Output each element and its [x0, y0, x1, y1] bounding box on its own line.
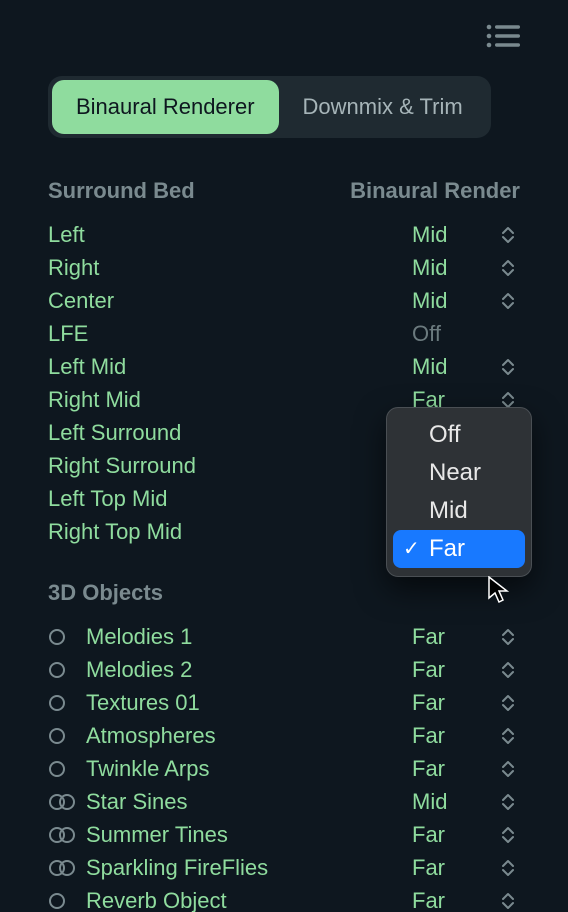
- tab-downmix-trim[interactable]: Downmix & Trim: [279, 80, 487, 134]
- bed-row: LFEOff: [48, 317, 520, 350]
- binaural-value[interactable]: Far: [412, 657, 496, 683]
- binaural-value[interactable]: Mid: [412, 789, 496, 815]
- object-name: Atmospheres: [86, 723, 412, 749]
- mono-icon: [48, 694, 86, 712]
- mono-icon: [48, 628, 86, 646]
- object-row: Textures 01Far: [48, 686, 520, 719]
- binaural-value[interactable]: Far: [412, 723, 496, 749]
- dropdown-option[interactable]: Mid: [393, 492, 525, 530]
- object-row: Twinkle ArpsFar: [48, 752, 520, 785]
- stepper-icon[interactable]: [496, 760, 520, 778]
- binaural-value[interactable]: Mid: [412, 222, 496, 248]
- bed-row: LeftMid: [48, 218, 520, 251]
- binaural-value-dropdown[interactable]: OffNearMidFar: [386, 407, 532, 577]
- dropdown-option[interactable]: Far: [393, 530, 525, 568]
- stepper-icon[interactable]: [496, 793, 520, 811]
- mono-icon: [48, 661, 86, 679]
- stepper-icon[interactable]: [496, 259, 520, 277]
- object-row: Sparkling FireFliesFar: [48, 851, 520, 884]
- stepper-icon[interactable]: [496, 694, 520, 712]
- tab-bar: Binaural Renderer Downmix & Trim: [48, 76, 491, 138]
- bed-row: RightMid: [48, 251, 520, 284]
- object-name: Twinkle Arps: [86, 756, 412, 782]
- bed-channel-name: Right Mid: [48, 387, 412, 413]
- binaural-value[interactable]: Far: [412, 888, 496, 912]
- bed-channel-name: Left Surround: [48, 420, 412, 446]
- stepper-icon[interactable]: [496, 727, 520, 745]
- dropdown-option[interactable]: Off: [393, 416, 525, 454]
- binaural-value[interactable]: Far: [412, 855, 496, 881]
- stepper-icon[interactable]: [496, 859, 520, 877]
- col-header-binaural-render: Binaural Render: [350, 178, 520, 204]
- stepper-icon[interactable]: [496, 391, 520, 409]
- binaural-value[interactable]: Far: [412, 624, 496, 650]
- bed-channel-name: Center: [48, 288, 412, 314]
- object-name: Textures 01: [86, 690, 412, 716]
- list-icon[interactable]: [486, 24, 520, 48]
- object-row: Summer TinesFar: [48, 818, 520, 851]
- object-row: AtmospheresFar: [48, 719, 520, 752]
- mono-icon: [48, 727, 86, 745]
- object-row: Melodies 2Far: [48, 653, 520, 686]
- binaural-value[interactable]: Far: [412, 756, 496, 782]
- bed-channel-name: Right Top Mid: [48, 519, 412, 545]
- bed-channel-name: LFE: [48, 321, 412, 347]
- tab-binaural-renderer[interactable]: Binaural Renderer: [52, 80, 279, 134]
- bed-channel-name: Right Surround: [48, 453, 412, 479]
- stepper-icon[interactable]: [496, 628, 520, 646]
- mono-icon: [48, 892, 86, 910]
- binaural-value[interactable]: Mid: [412, 255, 496, 281]
- object-row: Star SinesMid: [48, 785, 520, 818]
- object-name: Melodies 2: [86, 657, 412, 683]
- col-header-surround-bed: Surround Bed: [48, 178, 195, 204]
- binaural-value[interactable]: Mid: [412, 354, 496, 380]
- binaural-value[interactable]: Far: [412, 690, 496, 716]
- stereo-icon: [48, 859, 86, 877]
- stereo-icon: [48, 826, 86, 844]
- bed-channel-name: Right: [48, 255, 412, 281]
- bed-channel-name: Left Top Mid: [48, 486, 412, 512]
- stereo-icon: [48, 793, 86, 811]
- bed-channel-name: Left: [48, 222, 412, 248]
- object-row: Melodies 1Far: [48, 620, 520, 653]
- stepper-icon[interactable]: [496, 358, 520, 376]
- object-name: Sparkling FireFlies: [86, 855, 412, 881]
- bed-row: CenterMid: [48, 284, 520, 317]
- bed-channel-name: Left Mid: [48, 354, 412, 380]
- binaural-value[interactable]: Far: [412, 822, 496, 848]
- stepper-icon[interactable]: [496, 661, 520, 679]
- object-name: Melodies 1: [86, 624, 412, 650]
- object-row: Reverb ObjectFar: [48, 884, 520, 912]
- bed-row: Left MidMid: [48, 350, 520, 383]
- stepper-icon[interactable]: [496, 226, 520, 244]
- dropdown-option[interactable]: Near: [393, 454, 525, 492]
- object-name: Reverb Object: [86, 888, 412, 912]
- binaural-value: Off: [412, 321, 496, 347]
- object-name: Star Sines: [86, 789, 412, 815]
- mono-icon: [48, 760, 86, 778]
- section-header-3d-objects: 3D Objects: [48, 580, 520, 606]
- stepper-icon[interactable]: [496, 892, 520, 910]
- stepper-icon[interactable]: [496, 826, 520, 844]
- binaural-value[interactable]: Mid: [412, 288, 496, 314]
- object-name: Summer Tines: [86, 822, 412, 848]
- stepper-icon[interactable]: [496, 292, 520, 310]
